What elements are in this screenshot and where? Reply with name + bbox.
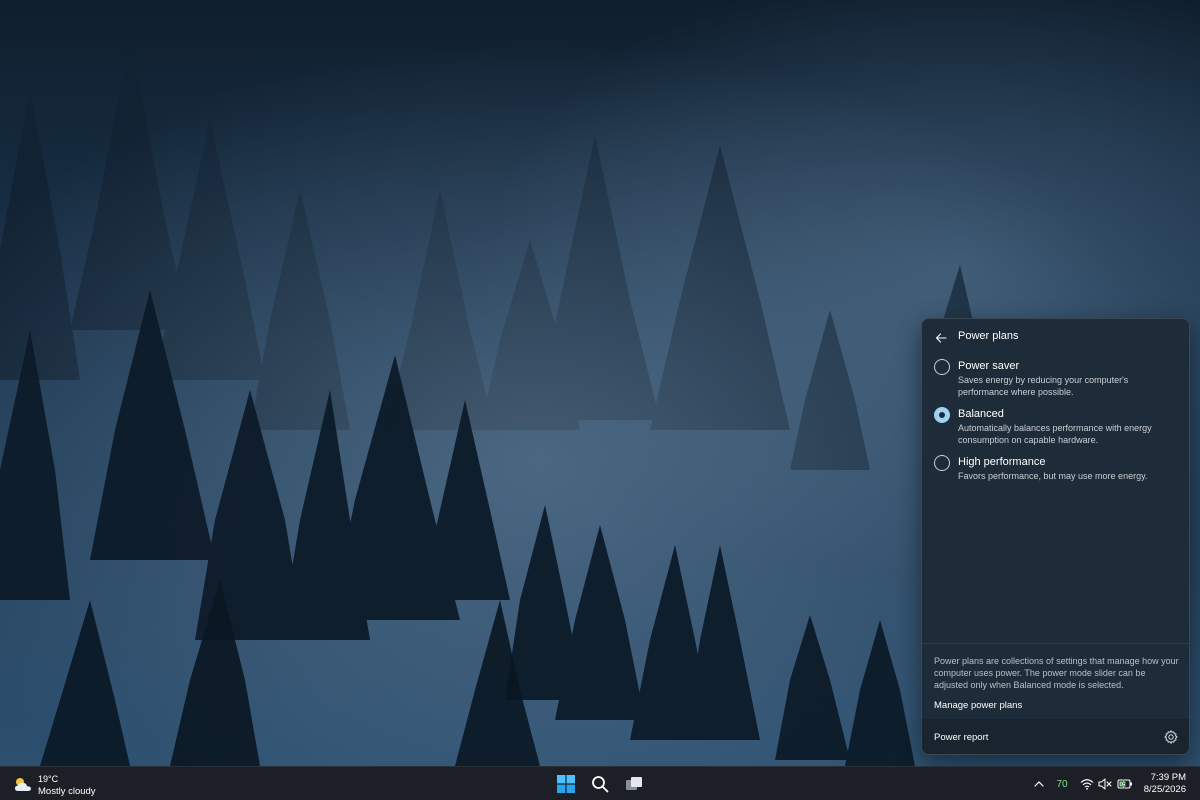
flyout-bottom-bar: Power report: [922, 719, 1189, 754]
manage-power-plans-link[interactable]: Manage power plans: [934, 700, 1022, 711]
flyout-info-section: Power plans are collections of settings …: [922, 643, 1189, 719]
plan-description: Automatically balances performance with …: [958, 423, 1152, 445]
plan-name: Balanced: [958, 408, 1004, 420]
wifi-icon: [1080, 779, 1094, 790]
arrow-left-icon: [935, 333, 947, 343]
taskbar: 19°C Mostly cloudy 70 7:39 PM 8/25/2026: [0, 766, 1200, 800]
search-icon: [592, 776, 609, 793]
clock-time: 7:39 PM: [1150, 772, 1186, 783]
start-button[interactable]: [553, 771, 579, 797]
plan-balanced[interactable]: Balanced Automatically balances performa…: [922, 407, 1189, 449]
power-report-button[interactable]: Power report: [934, 732, 988, 743]
volume-button[interactable]: [1097, 776, 1113, 792]
volume-muted-icon: [1098, 778, 1112, 790]
plan-name: Power saver: [958, 360, 1020, 372]
search-button[interactable]: [587, 771, 613, 797]
chevron-up-icon: [1034, 781, 1044, 787]
flyout-header: Power plans: [922, 319, 1189, 355]
clock-button[interactable]: 7:39 PM 8/25/2026: [1144, 772, 1186, 796]
flyout-title: Power plans: [958, 330, 1019, 342]
plan-description: Saves energy by reducing your computer's…: [958, 375, 1129, 397]
high-performance-radio[interactable]: [934, 455, 950, 471]
weather-condition: Mostly cloudy: [38, 786, 96, 797]
partly-cloudy-icon: [15, 778, 31, 791]
tray-overflow-button[interactable]: [1032, 776, 1046, 792]
task-view-button[interactable]: [621, 771, 647, 797]
task-view-icon: [626, 777, 642, 790]
plan-high-performance[interactable]: High performance Favors performance, but…: [922, 455, 1189, 485]
plan-power-saver[interactable]: Power saver Saves energy by reducing you…: [922, 359, 1189, 401]
power-saver-radio[interactable]: [934, 359, 950, 375]
battery-charging-icon: [1117, 779, 1132, 789]
back-button[interactable]: [930, 327, 952, 349]
network-button[interactable]: [1079, 776, 1095, 792]
gear-icon[interactable]: [1163, 729, 1179, 745]
tray-indicator-value: 70: [1056, 778, 1068, 790]
balanced-radio[interactable]: [934, 407, 950, 423]
windows-logo-icon: [557, 775, 575, 793]
power-plans-info-text: Power plans are collections of settings …: [934, 656, 1179, 690]
plan-name: High performance: [958, 456, 1046, 468]
weather-widget[interactable]: 19°C Mostly cloudy: [12, 771, 122, 797]
clock-date: 8/25/2026: [1143, 784, 1186, 795]
tray-indicator[interactable]: 70: [1053, 776, 1071, 792]
plan-description: Favors performance, but may use more ene…: [958, 471, 1148, 481]
weather-temperature: 19°C: [38, 774, 59, 784]
battery-button[interactable]: [1116, 776, 1134, 792]
power-plans-flyout: Power plans Power saver Saves energy by …: [921, 318, 1190, 755]
